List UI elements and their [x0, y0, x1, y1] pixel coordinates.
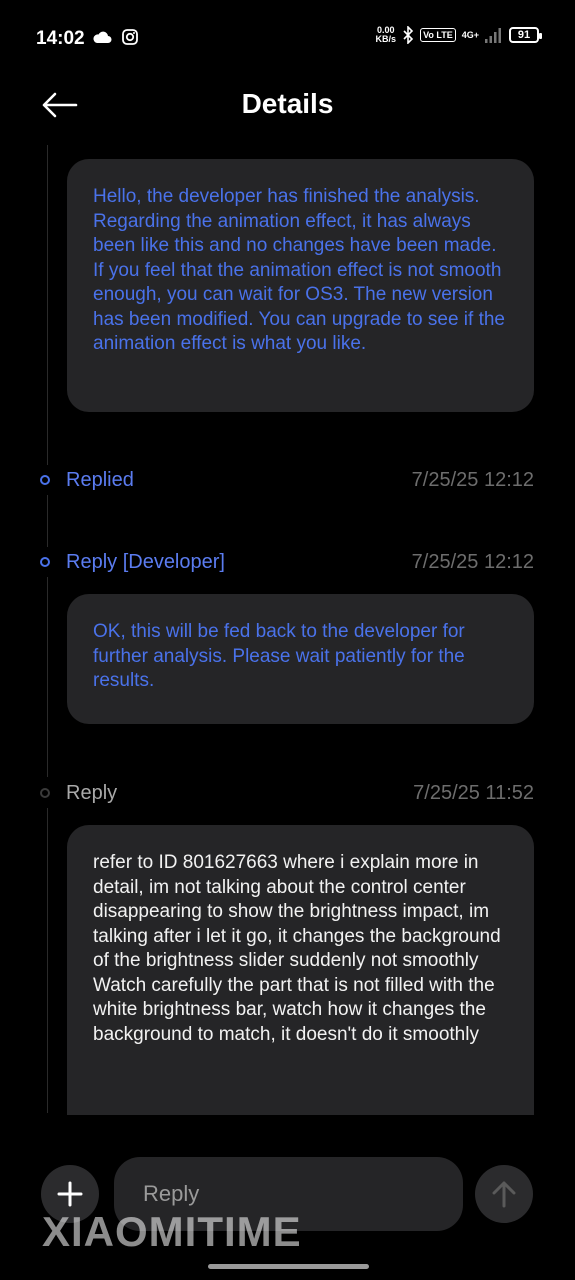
- message-text: refer to ID 801627663 where i explain mo…: [93, 852, 501, 1045]
- status-bar: 14:02 0.00 KB/s Vo LTE 4G+ 91: [0, 0, 575, 78]
- notification-icons: [92, 29, 138, 45]
- send-arrow-icon: [492, 1181, 516, 1208]
- system-icons: 0.00 KB/s Vo LTE 4G+ 91: [376, 26, 542, 44]
- message-bubble: refer to ID 801627663 where i explain mo…: [67, 825, 534, 1115]
- watermark: XIAOMITIME: [42, 1208, 302, 1255]
- signal-icon: [485, 28, 501, 43]
- top-bar: Details: [0, 78, 575, 134]
- plus-icon: [57, 1181, 83, 1207]
- page-title: Details: [241, 88, 334, 119]
- timeline-line: [47, 808, 48, 1113]
- reply-placeholder: Reply: [143, 1181, 200, 1206]
- timeline-event: Reply [Developer] 7/25/25 12:12: [40, 548, 534, 576]
- message-bubble: OK, this will be fed back to the develop…: [67, 594, 534, 724]
- timeline-event: Replied 7/25/25 12:12: [40, 466, 534, 494]
- event-time: 7/25/25 12:12: [411, 468, 534, 491]
- message-bubble: Hello, the developer has finished the an…: [67, 159, 534, 412]
- send-button[interactable]: [475, 1165, 533, 1223]
- timeline-event: Reply 7/25/25 11:52: [40, 779, 534, 807]
- volte-badge: Vo LTE: [420, 28, 456, 42]
- net-speed-unit: KB/s: [375, 34, 397, 44]
- timeline-line: [47, 145, 48, 465]
- event-label: Reply [Developer]: [66, 550, 225, 573]
- timeline-line: [47, 495, 48, 547]
- battery-icon: 91: [509, 27, 542, 43]
- cloud-icon: [93, 31, 112, 43]
- timeline-dot: [40, 475, 50, 485]
- event-time: 7/25/25 12:12: [411, 550, 534, 573]
- message-text: Hello, the developer has finished the an…: [93, 186, 505, 354]
- instagram-icon: [122, 29, 138, 45]
- status-time: 14:02: [36, 28, 85, 49]
- home-indicator[interactable]: [208, 1264, 369, 1269]
- timeline-dot: [40, 788, 50, 798]
- event-time: 7/25/25 11:52: [413, 781, 534, 804]
- network-type: 4G+: [461, 30, 479, 40]
- event-label: Replied: [66, 468, 134, 491]
- timeline-dot: [40, 557, 50, 567]
- battery-level: 91: [517, 29, 531, 41]
- message-text: OK, this will be fed back to the develop…: [93, 621, 465, 691]
- event-label: Reply: [66, 781, 118, 804]
- net-speed: 0.00 KB/s: [376, 26, 397, 44]
- bluetooth-icon: [403, 26, 414, 44]
- timeline-line: [47, 577, 48, 777]
